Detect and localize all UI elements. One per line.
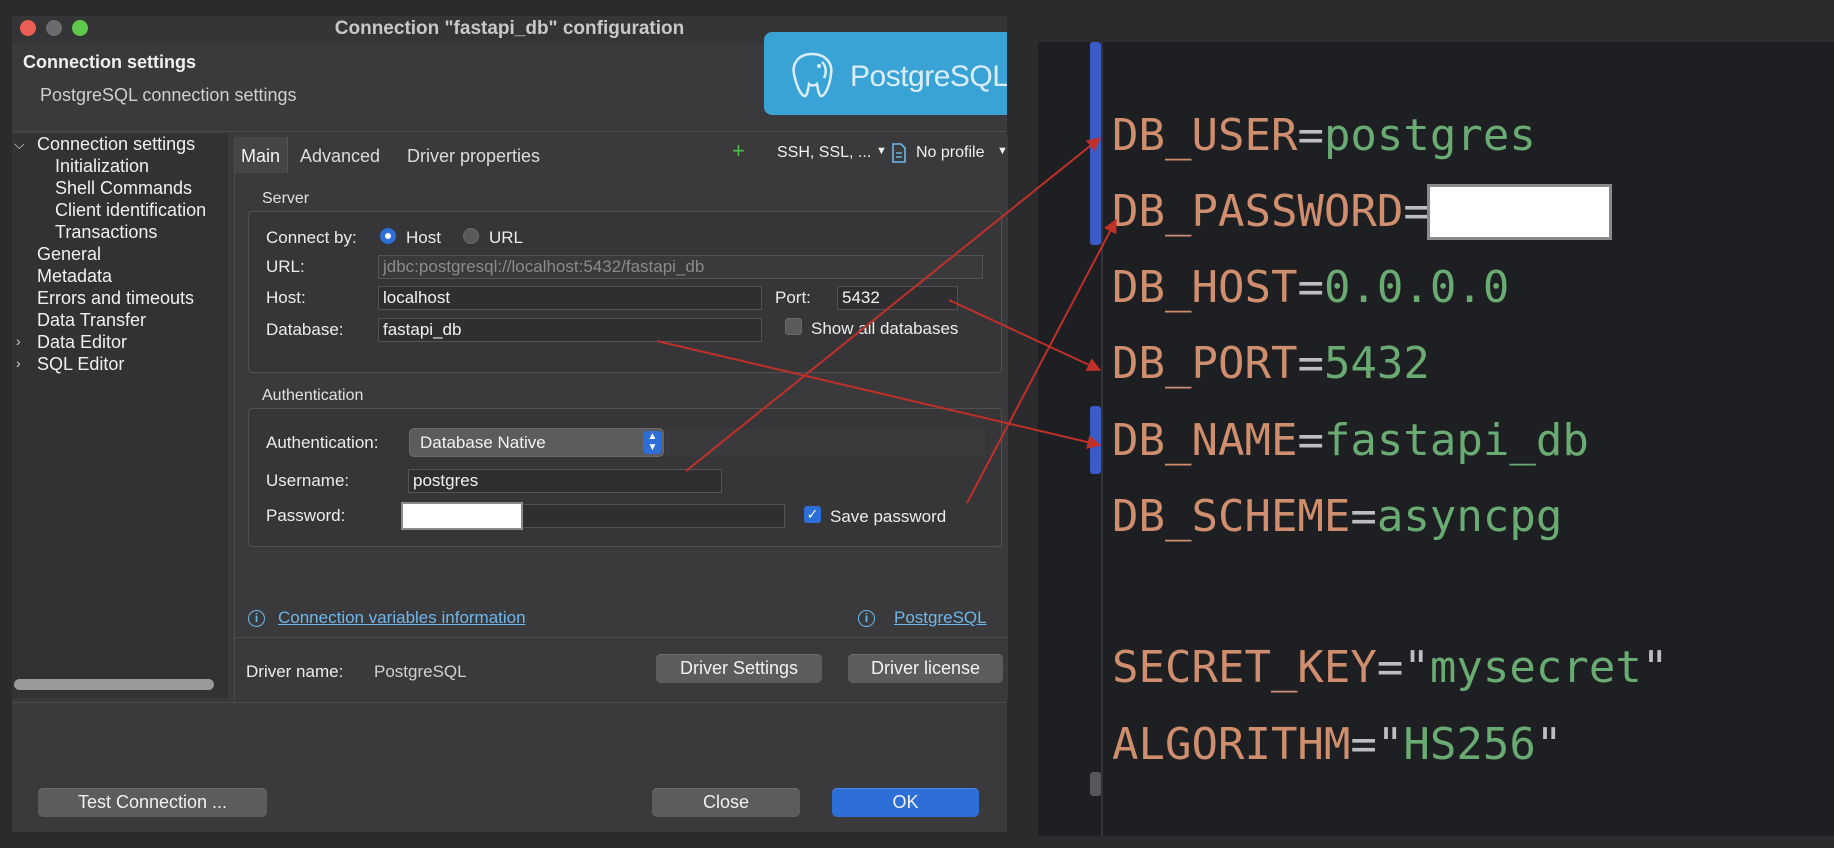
- arrow-database-to-db-name: [656, 340, 1102, 449]
- arrow-port-to-db-port: [948, 299, 1102, 372]
- arrow-password-to-db-password: [966, 218, 1117, 504]
- arrow-username-to-db-user: [685, 137, 1102, 472]
- annotation-arrows: [656, 137, 1117, 504]
